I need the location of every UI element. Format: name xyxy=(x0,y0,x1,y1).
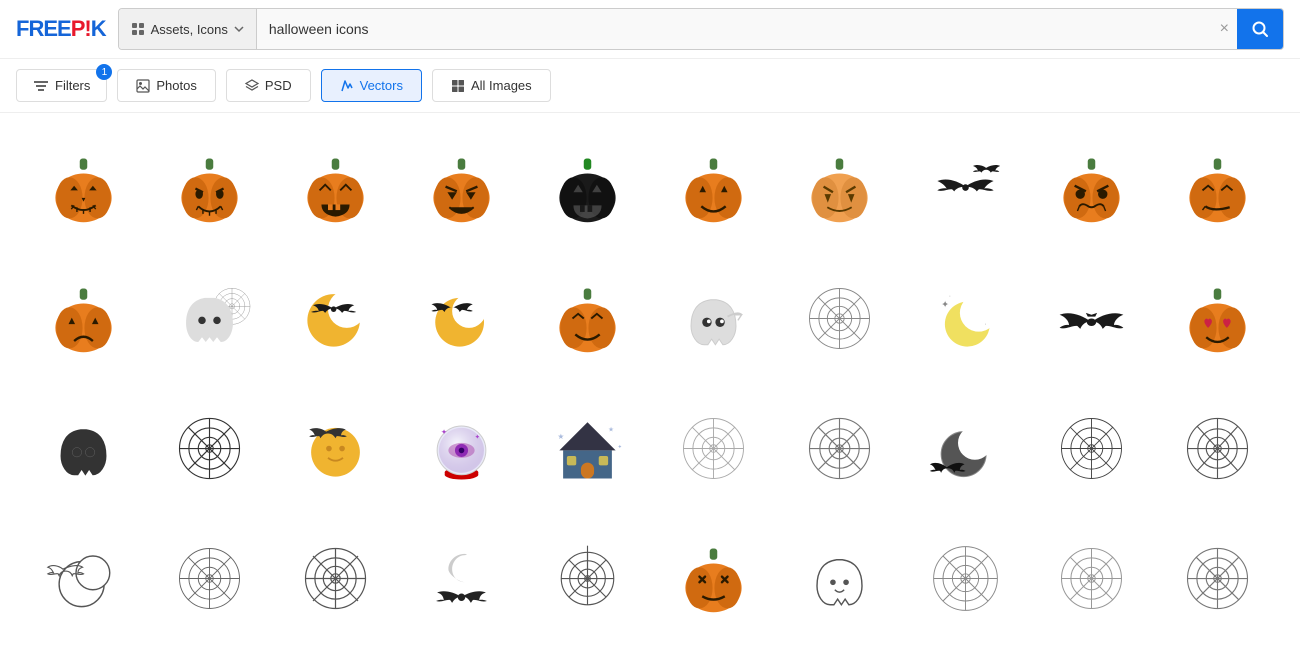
list-item[interactable] xyxy=(272,383,398,513)
filter-label: Filters xyxy=(55,78,90,93)
logo[interactable]: FREEP!K xyxy=(16,16,106,42)
svg-text:★: ★ xyxy=(557,432,564,441)
list-item[interactable] xyxy=(524,123,650,253)
list-item[interactable] xyxy=(650,123,776,253)
list-item[interactable] xyxy=(902,383,1028,513)
filter-badge: 1 xyxy=(96,64,112,80)
tab-vectors-label: Vectors xyxy=(360,78,403,93)
svg-text:✦: ✦ xyxy=(440,427,447,436)
list-item[interactable] xyxy=(524,253,650,383)
tab-psd[interactable]: PSD xyxy=(226,69,311,102)
tab-photos[interactable]: Photos xyxy=(117,69,215,102)
list-item[interactable] xyxy=(20,123,146,253)
tab-all-images[interactable]: All Images xyxy=(432,69,551,102)
svg-text:✦: ✦ xyxy=(941,299,949,309)
svg-text:·: · xyxy=(948,290,951,299)
list-item[interactable] xyxy=(776,513,902,643)
list-item[interactable] xyxy=(20,253,146,383)
svg-text:★: ★ xyxy=(608,425,614,433)
list-item[interactable]: ✦ · · xyxy=(902,253,1028,383)
photo-icon xyxy=(136,79,150,93)
list-item[interactable] xyxy=(1028,513,1154,643)
list-item[interactable] xyxy=(1028,383,1154,513)
clear-button[interactable]: × xyxy=(1212,20,1237,38)
list-item[interactable] xyxy=(146,383,272,513)
list-item[interactable] xyxy=(20,513,146,643)
svg-text:✦: ✦ xyxy=(617,443,622,450)
list-item[interactable] xyxy=(1154,383,1280,513)
list-item[interactable] xyxy=(398,123,524,253)
list-item[interactable] xyxy=(776,383,902,513)
search-category[interactable]: Assets, Icons xyxy=(119,9,257,49)
all-images-icon xyxy=(451,79,465,93)
search-icon xyxy=(1251,20,1269,38)
layers-icon xyxy=(245,79,259,93)
list-item[interactable] xyxy=(272,123,398,253)
list-item[interactable] xyxy=(650,513,776,643)
filter-icon xyxy=(33,79,49,93)
list-item[interactable] xyxy=(398,253,524,383)
svg-text:·: · xyxy=(984,319,987,328)
list-item[interactable] xyxy=(272,253,398,383)
list-item[interactable] xyxy=(902,513,1028,643)
list-item[interactable]: ★ ★ ✦ xyxy=(524,383,650,513)
grid-icon xyxy=(131,22,145,36)
search-input[interactable] xyxy=(257,9,1212,49)
search-bar: Assets, Icons × xyxy=(118,8,1284,50)
chevron-down-icon xyxy=(234,26,244,32)
list-item[interactable] xyxy=(398,513,524,643)
search-button[interactable] xyxy=(1237,9,1283,49)
svg-text:✦: ✦ xyxy=(474,433,480,441)
tab-vectors[interactable]: Vectors xyxy=(321,69,422,102)
list-item[interactable] xyxy=(650,253,776,383)
list-item[interactable] xyxy=(1154,253,1280,383)
filter-bar: Filters 1 Photos PSD Vectors All Images xyxy=(0,59,1300,113)
list-item[interactable] xyxy=(146,513,272,643)
list-item[interactable] xyxy=(776,253,902,383)
tab-photos-label: Photos xyxy=(156,78,196,93)
tab-psd-label: PSD xyxy=(265,78,292,93)
category-label: Assets, Icons xyxy=(151,22,228,37)
filters-button[interactable]: Filters 1 xyxy=(16,69,107,102)
list-item[interactable] xyxy=(1154,123,1280,253)
list-item[interactable] xyxy=(650,383,776,513)
list-item[interactable] xyxy=(524,513,650,643)
list-item[interactable] xyxy=(1028,123,1154,253)
vector-icon xyxy=(340,79,354,93)
icon-grid: ✦ · · xyxy=(0,113,1300,653)
tab-all-images-label: All Images xyxy=(471,78,532,93)
list-item[interactable] xyxy=(272,513,398,643)
list-item[interactable] xyxy=(776,123,902,253)
list-item[interactable] xyxy=(902,123,1028,253)
list-item[interactable] xyxy=(20,383,146,513)
header: FREEP!K Assets, Icons × xyxy=(0,0,1300,59)
list-item[interactable] xyxy=(1028,253,1154,383)
list-item[interactable] xyxy=(146,123,272,253)
search-input-wrap xyxy=(257,9,1212,49)
list-item[interactable] xyxy=(146,253,272,383)
list-item[interactable] xyxy=(1154,513,1280,643)
list-item[interactable]: ✦ ✦ xyxy=(398,383,524,513)
